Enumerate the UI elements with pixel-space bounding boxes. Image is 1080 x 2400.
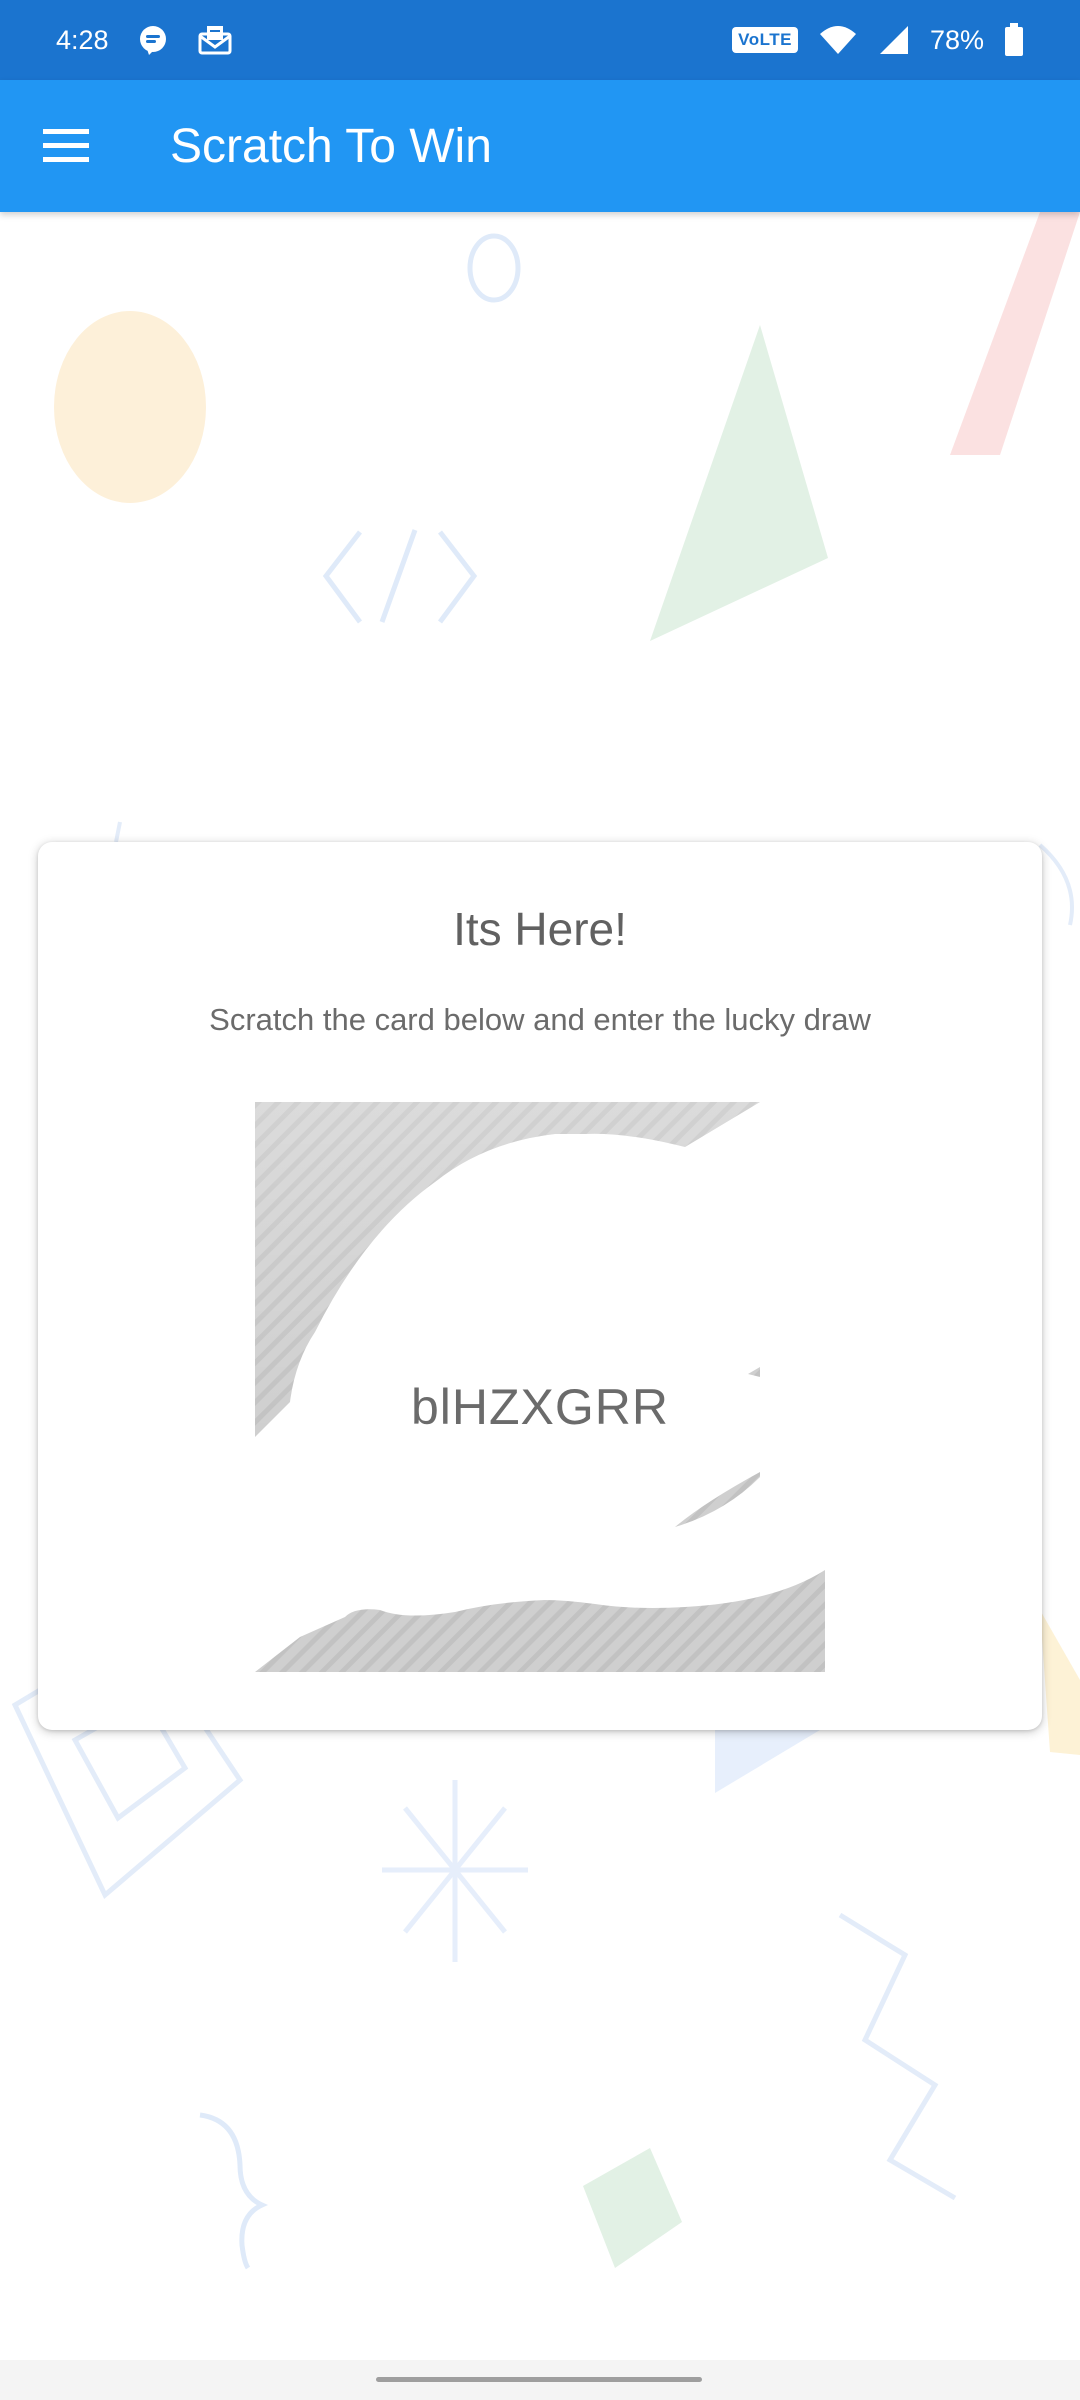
bg-pink-stripe xyxy=(950,212,1080,455)
status-right: VoLTE 78% xyxy=(732,23,1024,57)
app-bar: Scratch To Win xyxy=(0,80,1080,212)
coupon-code: blHZXGRR xyxy=(410,1379,670,1435)
status-time: 4:28 xyxy=(56,24,109,55)
app-title: Scratch To Win xyxy=(170,119,492,173)
signal-icon xyxy=(878,24,910,56)
scratch-card: Its Here! Scratch the card below and ent… xyxy=(38,842,1042,1730)
gesture-handle[interactable] xyxy=(376,2377,702,2382)
bg-zigzag xyxy=(838,1912,957,2201)
bg-code-symbol xyxy=(322,529,478,624)
bg-green-triangle xyxy=(650,325,828,641)
battery-icon xyxy=(1004,23,1024,57)
message-notification-icon xyxy=(137,24,169,56)
hamburger-menu-icon xyxy=(43,129,89,162)
bg-blue-ring xyxy=(467,233,521,303)
bg-orange-ellipse xyxy=(54,311,206,503)
scratch-area[interactable]: blHZXGRR xyxy=(255,1102,825,1672)
bg-blue-triangle xyxy=(715,1730,820,1793)
bg-brace xyxy=(199,2112,269,2270)
bg-asterisk xyxy=(382,1780,528,1962)
card-title: Its Here! xyxy=(453,903,627,955)
status-left: 4:28 xyxy=(56,24,233,56)
wifi-icon xyxy=(818,24,858,56)
bg-green-diamond xyxy=(583,2148,682,2268)
mail-notification-icon xyxy=(197,24,233,56)
status-bar: 4:28 VoLTE 78% xyxy=(0,0,1080,80)
volte-badge: VoLTE xyxy=(732,27,798,53)
navigation-bar xyxy=(0,2360,1080,2400)
battery-percent: 78% xyxy=(929,24,984,55)
card-subtitle: Scratch the card below and enter the luc… xyxy=(209,1002,871,1037)
bg-yellow-triangle xyxy=(1040,1610,1080,1755)
menu-button[interactable] xyxy=(0,80,132,212)
